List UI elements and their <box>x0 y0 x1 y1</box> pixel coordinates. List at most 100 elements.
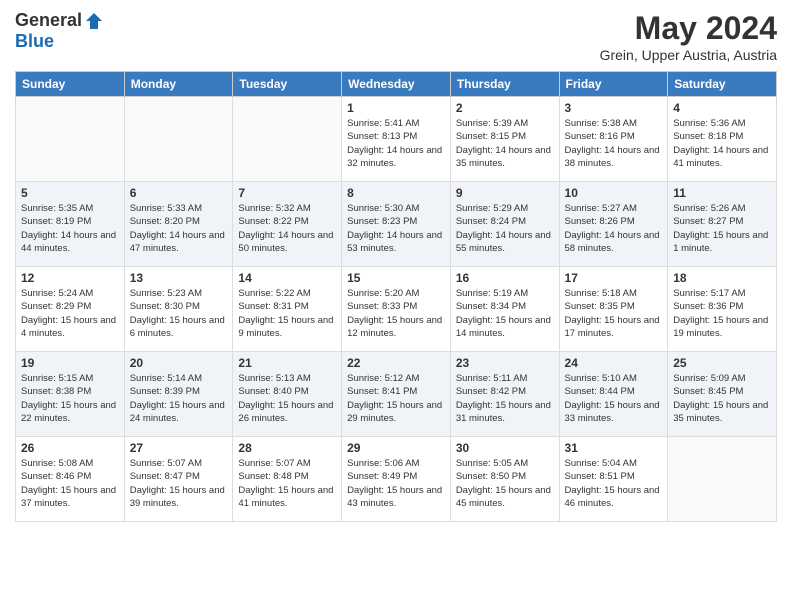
calendar-header-friday: Friday <box>559 72 668 97</box>
day-info: Sunrise: 5:14 AMSunset: 8:39 PMDaylight:… <box>130 372 228 425</box>
day-info: Sunrise: 5:33 AMSunset: 8:20 PMDaylight:… <box>130 202 228 255</box>
calendar-cell-18: 18Sunrise: 5:17 AMSunset: 8:36 PMDayligh… <box>668 267 777 352</box>
calendar-cell-23: 23 Sunrise: 5:11 AMSunset: 8:42 PMDayligh… <box>450 352 559 437</box>
day-number: 2 <box>456 101 554 115</box>
day-info: Sunrise: 5:05 AMSunset: 8:50 PMDaylight:… <box>456 457 554 510</box>
calendar-cell-27: 27 Sunrise: 5:07 AMSunset: 8:47 PMDayligh… <box>124 437 233 522</box>
day-number: 3 <box>565 101 663 115</box>
day-number: 9 <box>456 186 554 200</box>
calendar-cell-empty <box>233 97 342 182</box>
day-number: 13 <box>130 271 228 285</box>
header: General Blue May 2024 Grein, Upper Austr… <box>15 10 777 63</box>
day-info: Sunrise: 5:36 AMSunset: 8:18 PMDaylight:… <box>673 117 771 170</box>
day-info: Sunrise: 5:15 AMSunset: 8:38 PMDaylight:… <box>21 372 119 425</box>
calendar-cell-16: 16 Sunrise: 5:19 AMSunset: 8:34 PMDayligh… <box>450 267 559 352</box>
calendar-cell-empty <box>668 437 777 522</box>
calendar-header-row: SundayMondayTuesdayWednesdayThursdayFrid… <box>16 72 777 97</box>
day-info: Sunrise: 5:41 AMSunset: 8:13 PMDaylight:… <box>347 117 445 170</box>
calendar-cell-26: 26 Sunrise: 5:08 AMSunset: 8:46 PMDayligh… <box>16 437 125 522</box>
day-number: 14 <box>238 271 336 285</box>
calendar-cell-19: 19 Sunrise: 5:15 AMSunset: 8:38 PMDayligh… <box>16 352 125 437</box>
day-info: Sunrise: 5:39 AMSunset: 8:15 PMDaylight:… <box>456 117 554 170</box>
day-number: 17 <box>565 271 663 285</box>
day-info: Sunrise: 5:07 AMSunset: 8:47 PMDaylight:… <box>130 457 228 510</box>
calendar-cell-22: 22Sunrise: 5:12 AMSunset: 8:41 PMDayligh… <box>342 352 451 437</box>
logo-icon <box>84 11 104 31</box>
calendar-cell-11: 11 Sunrise: 5:26 AMSunset: 8:27 PMDayligh… <box>668 182 777 267</box>
calendar-week-5: 26 Sunrise: 5:08 AMSunset: 8:46 PMDayligh… <box>16 437 777 522</box>
day-info: Sunrise: 5:38 AMSunset: 8:16 PMDaylight:… <box>565 117 663 170</box>
day-number: 23 <box>456 356 554 370</box>
day-info: Sunrise: 5:07 AMSunset: 8:48 PMDaylight:… <box>238 457 336 510</box>
month-title: May 2024 <box>600 10 777 47</box>
day-number: 1 <box>347 101 445 115</box>
day-info: Sunrise: 5:23 AMSunset: 8:30 PMDaylight:… <box>130 287 228 340</box>
day-number: 16 <box>456 271 554 285</box>
calendar-cell-7: 7Sunrise: 5:32 AMSunset: 8:22 PMDaylight… <box>233 182 342 267</box>
logo: General Blue <box>15 10 104 52</box>
day-info: Sunrise: 5:08 AMSunset: 8:46 PMDaylight:… <box>21 457 119 510</box>
calendar-cell-31: 31 Sunrise: 5:04 AMSunset: 8:51 PMDayligh… <box>559 437 668 522</box>
calendar-cell-25: 25 Sunrise: 5:09 AMSunset: 8:45 PMDayligh… <box>668 352 777 437</box>
day-info: Sunrise: 5:17 AMSunset: 8:36 PMDaylight:… <box>673 287 771 340</box>
calendar-cell-2: 2 Sunrise: 5:39 AMSunset: 8:15 PMDaylight… <box>450 97 559 182</box>
day-number: 27 <box>130 441 228 455</box>
day-info: Sunrise: 5:27 AMSunset: 8:26 PMDaylight:… <box>565 202 663 255</box>
calendar-cell-21: 21Sunrise: 5:13 AMSunset: 8:40 PMDayligh… <box>233 352 342 437</box>
calendar-cell-30: 30 Sunrise: 5:05 AMSunset: 8:50 PMDayligh… <box>450 437 559 522</box>
day-number: 7 <box>238 186 336 200</box>
calendar-week-4: 19 Sunrise: 5:15 AMSunset: 8:38 PMDayligh… <box>16 352 777 437</box>
day-info: Sunrise: 5:22 AMSunset: 8:31 PMDaylight:… <box>238 287 336 340</box>
page: General Blue May 2024 Grein, Upper Austr… <box>0 0 792 612</box>
calendar-week-2: 5 Sunrise: 5:35 AMSunset: 8:19 PMDaylight… <box>16 182 777 267</box>
calendar-cell-12: 12 Sunrise: 5:24 AMSunset: 8:29 PMDayligh… <box>16 267 125 352</box>
calendar: SundayMondayTuesdayWednesdayThursdayFrid… <box>15 71 777 522</box>
day-info: Sunrise: 5:18 AMSunset: 8:35 PMDaylight:… <box>565 287 663 340</box>
calendar-cell-17: 17 Sunrise: 5:18 AMSunset: 8:35 PMDayligh… <box>559 267 668 352</box>
day-info: Sunrise: 5:04 AMSunset: 8:51 PMDaylight:… <box>565 457 663 510</box>
calendar-cell-24: 24Sunrise: 5:10 AMSunset: 8:44 PMDayligh… <box>559 352 668 437</box>
calendar-header-saturday: Saturday <box>668 72 777 97</box>
calendar-cell-14: 14 Sunrise: 5:22 AMSunset: 8:31 PMDayligh… <box>233 267 342 352</box>
day-number: 30 <box>456 441 554 455</box>
calendar-cell-9: 9 Sunrise: 5:29 AMSunset: 8:24 PMDaylight… <box>450 182 559 267</box>
day-info: Sunrise: 5:29 AMSunset: 8:24 PMDaylight:… <box>456 202 554 255</box>
calendar-cell-1: 1 Sunrise: 5:41 AMSunset: 8:13 PMDaylight… <box>342 97 451 182</box>
day-number: 15 <box>347 271 445 285</box>
calendar-cell-4: 4Sunrise: 5:36 AMSunset: 8:18 PMDaylight… <box>668 97 777 182</box>
day-info: Sunrise: 5:11 AMSunset: 8:42 PMDaylight:… <box>456 372 554 425</box>
day-number: 12 <box>21 271 119 285</box>
day-number: 26 <box>21 441 119 455</box>
day-info: Sunrise: 5:09 AMSunset: 8:45 PMDaylight:… <box>673 372 771 425</box>
day-info: Sunrise: 5:26 AMSunset: 8:27 PMDaylight:… <box>673 202 771 255</box>
day-info: Sunrise: 5:19 AMSunset: 8:34 PMDaylight:… <box>456 287 554 340</box>
calendar-header-sunday: Sunday <box>16 72 125 97</box>
day-number: 8 <box>347 186 445 200</box>
day-number: 28 <box>238 441 336 455</box>
day-info: Sunrise: 5:06 AMSunset: 8:49 PMDaylight:… <box>347 457 445 510</box>
calendar-cell-13: 13 Sunrise: 5:23 AMSunset: 8:30 PMDayligh… <box>124 267 233 352</box>
day-number: 5 <box>21 186 119 200</box>
calendar-cell-20: 20 Sunrise: 5:14 AMSunset: 8:39 PMDayligh… <box>124 352 233 437</box>
calendar-header-thursday: Thursday <box>450 72 559 97</box>
calendar-cell-3: 3 Sunrise: 5:38 AMSunset: 8:16 PMDaylight… <box>559 97 668 182</box>
calendar-cell-28: 28 Sunrise: 5:07 AMSunset: 8:48 PMDayligh… <box>233 437 342 522</box>
calendar-cell-6: 6 Sunrise: 5:33 AMSunset: 8:20 PMDaylight… <box>124 182 233 267</box>
calendar-header-wednesday: Wednesday <box>342 72 451 97</box>
calendar-header-monday: Monday <box>124 72 233 97</box>
calendar-cell-empty <box>16 97 125 182</box>
calendar-header-tuesday: Tuesday <box>233 72 342 97</box>
day-info: Sunrise: 5:35 AMSunset: 8:19 PMDaylight:… <box>21 202 119 255</box>
day-info: Sunrise: 5:24 AMSunset: 8:29 PMDaylight:… <box>21 287 119 340</box>
calendar-cell-29: 29 Sunrise: 5:06 AMSunset: 8:49 PMDayligh… <box>342 437 451 522</box>
day-number: 31 <box>565 441 663 455</box>
day-number: 19 <box>21 356 119 370</box>
day-number: 6 <box>130 186 228 200</box>
location: Grein, Upper Austria, Austria <box>600 47 777 63</box>
day-number: 20 <box>130 356 228 370</box>
calendar-cell-8: 8Sunrise: 5:30 AMSunset: 8:23 PMDaylight… <box>342 182 451 267</box>
day-number: 29 <box>347 441 445 455</box>
day-number: 10 <box>565 186 663 200</box>
day-number: 25 <box>673 356 771 370</box>
day-number: 11 <box>673 186 771 200</box>
